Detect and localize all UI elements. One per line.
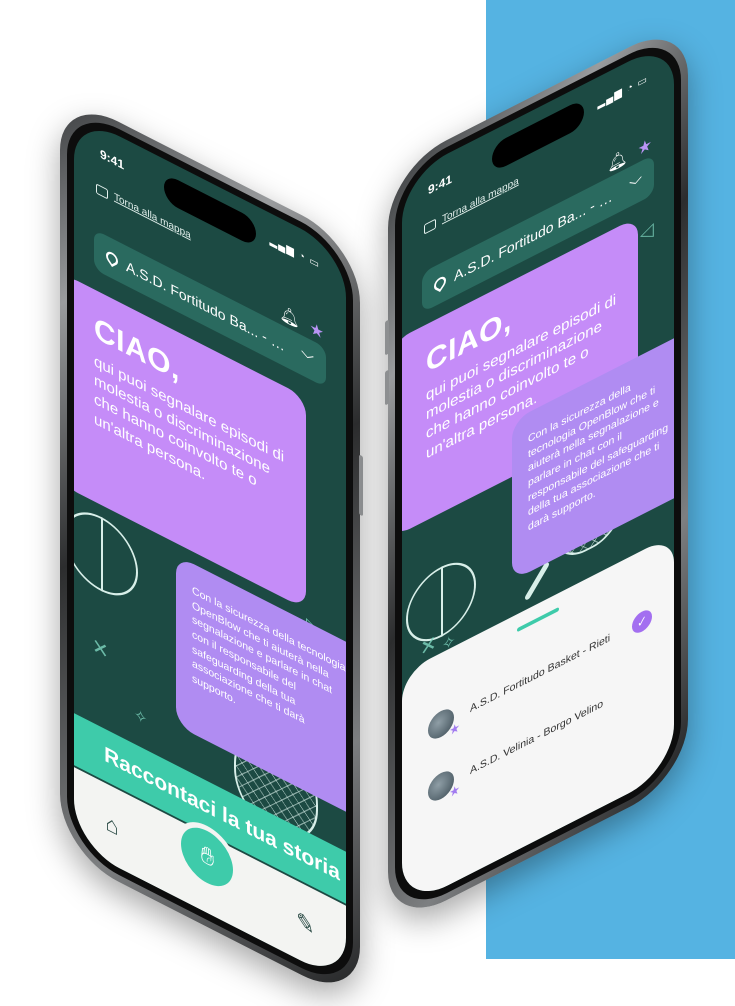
pin-icon	[103, 250, 121, 267]
status-time: 9:41	[428, 171, 453, 198]
info-text: Con la sicurezza della tecnologia OpenBl…	[192, 584, 346, 728]
club-avatar	[428, 766, 454, 806]
star-icon[interactable]: ★	[638, 133, 652, 160]
status-time: 9:41	[100, 146, 125, 173]
map-icon	[424, 218, 436, 235]
sparkle-decoration: ✧	[134, 705, 148, 730]
basketball-decoration	[406, 549, 476, 655]
app-screen: 9:41 ▂▄▆ ◔ ▭ Torna alla mappa 🔔︎ ★ A.S.D…	[402, 38, 674, 909]
chevron-down-icon: ﹀	[628, 174, 642, 196]
chevron-down-icon: ﹀	[300, 348, 314, 370]
club-avatar	[428, 704, 454, 744]
signal-icon: ▂▄▆ ◔ ▭	[597, 73, 648, 110]
signal-icon: ▂▄▆ ◔ ▭	[269, 234, 320, 271]
sheet-handle[interactable]	[517, 606, 559, 633]
app-screen: 9:41 ▂▄▆ ◔ ▭ Torna alla mappa 🔔︎ ★ A.S.D…	[74, 113, 346, 984]
map-icon	[96, 182, 108, 199]
phone-right: 9:41 ▂▄▆ ◔ ▭ Torna alla mappa 🔔︎ ★ A.S.D…	[385, 17, 688, 931]
home-icon[interactable]: ⌂	[105, 809, 118, 842]
report-icon[interactable]: ✎	[296, 906, 314, 941]
cross-decoration: ✕	[92, 634, 109, 665]
pin-icon	[431, 275, 449, 292]
volume-up-button	[385, 319, 389, 356]
power-button	[359, 454, 363, 517]
triangle-decoration: ◁	[640, 218, 654, 246]
phone-left: 9:41 ▂▄▆ ◔ ▭ Torna alla mappa 🔔︎ ★ A.S.D…	[60, 92, 363, 1005]
check-icon: ✓	[632, 606, 652, 637]
volume-down-button	[385, 369, 389, 406]
